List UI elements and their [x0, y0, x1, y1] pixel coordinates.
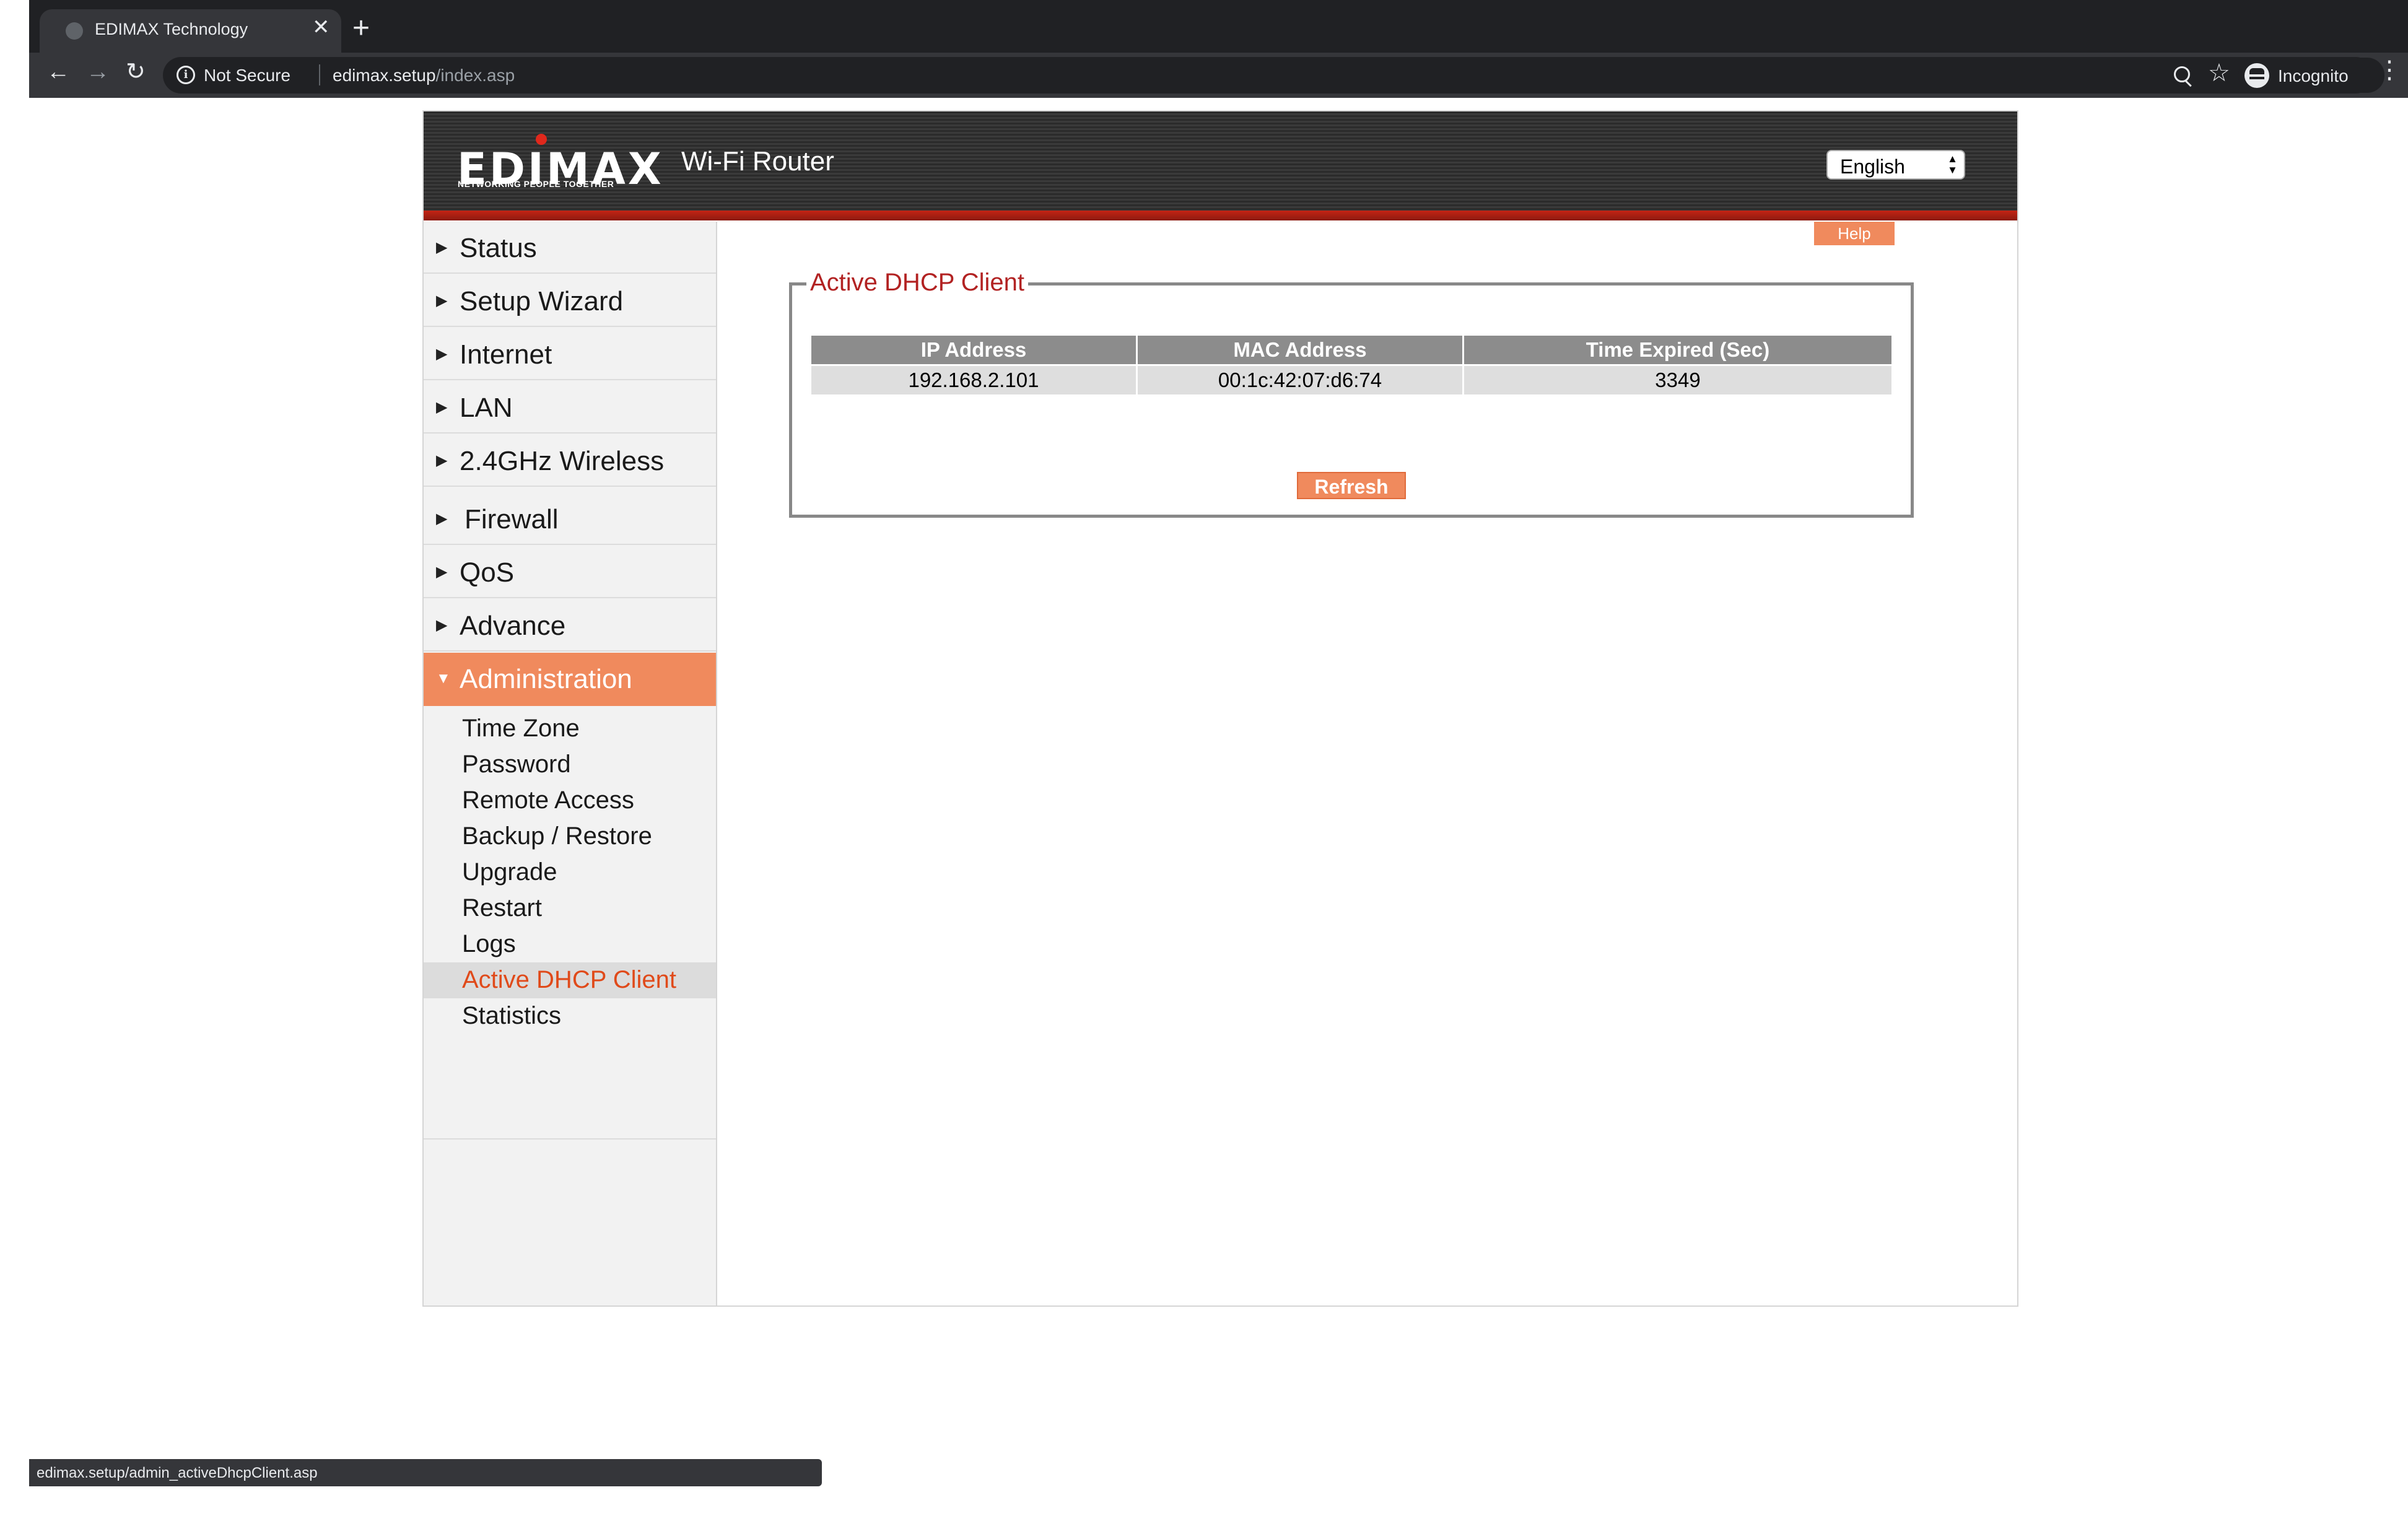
sidebar-item-lan[interactable]: ▶ LAN	[424, 381, 716, 434]
arrow-right-icon: ▶	[436, 564, 448, 580]
sidebar-item-label: Setup Wizard	[460, 286, 624, 316]
url-host: edimax.setup	[333, 66, 436, 85]
url-separator	[319, 64, 320, 85]
sidebar-item-firewall[interactable]: ▶ Firewall	[424, 488, 716, 545]
browser-tab[interactable]: EDIMAX Technology ✕	[40, 9, 341, 53]
info-icon[interactable]: i	[177, 66, 195, 84]
subitem-password[interactable]: Password	[424, 747, 716, 783]
subitem-logs[interactable]: Logs	[424, 926, 716, 962]
dhcp-client-table: IP Address MAC Address Time Expired (Sec…	[811, 336, 1891, 394]
forward-icon[interactable]: →	[86, 60, 110, 84]
sidebar-item-label: Advance	[460, 611, 566, 641]
sidebar-item-label: Status	[460, 233, 537, 263]
subitem-restart[interactable]: Restart	[424, 891, 716, 926]
subitem-label: Active DHCP Client	[462, 966, 677, 993]
subitem-time-zone[interactable]: Time Zone	[424, 711, 716, 747]
incognito-icon	[2244, 63, 2269, 88]
table-header-row: IP Address MAC Address Time Expired (Sec…	[811, 336, 1891, 364]
sidebar-item-label: Firewall	[465, 504, 559, 534]
arrow-right-icon: ▶	[436, 617, 448, 634]
tab-title: EDIMAX Technology	[95, 20, 248, 38]
browser-chrome: EDIMAX Technology ✕ + ← → ↻ i Not Secure…	[29, 0, 2408, 98]
logo-tagline: NETWORKING PEOPLE TOGETHER	[458, 179, 614, 189]
reload-icon[interactable]: ↻	[126, 60, 146, 84]
subitem-label: Remote Access	[462, 787, 634, 814]
product-name: Wi-Fi Router	[681, 146, 834, 177]
back-icon[interactable]: ←	[46, 60, 70, 84]
arrow-right-icon: ▶	[436, 452, 448, 469]
arrow-down-icon: ▼	[436, 670, 451, 687]
status-url: edimax.setup/admin_activeDhcpClient.asp	[37, 1465, 318, 1481]
subitem-remote-access[interactable]: Remote Access	[424, 783, 716, 819]
header-banner: EDIMAX NETWORKING PEOPLE TOGETHER Wi-Fi …	[424, 111, 2017, 220]
sidebar-item-administration[interactable]: ▼ Administration	[424, 653, 716, 706]
subitem-label: Time Zone	[462, 715, 580, 742]
status-bar: edimax.setup/admin_activeDhcpClient.asp	[29, 1459, 822, 1486]
incognito-label: Incognito	[2278, 66, 2349, 85]
table-row: 192.168.2.101 00:1c:42:07:d6:74 3349	[811, 364, 1891, 394]
sidebar-item-setup-wizard[interactable]: ▶ Setup Wizard	[424, 275, 716, 327]
subitem-active-dhcp-client[interactable]: Active DHCP Client	[424, 962, 716, 998]
subitem-label: Upgrade	[462, 858, 557, 886]
arrow-right-icon: ▶	[436, 510, 448, 527]
subitem-label: Password	[462, 751, 571, 778]
url-text[interactable]: edimax.setup/index.asp	[333, 66, 515, 85]
section-title: Active DHCP Client	[806, 269, 1029, 297]
cell-time-expired: 3349	[1464, 364, 1891, 394]
sidebar-item-internet[interactable]: ▶ Internet	[424, 328, 716, 380]
arrow-right-icon: ▶	[436, 239, 448, 256]
new-tab-icon[interactable]: +	[352, 14, 370, 43]
globe-icon	[66, 22, 83, 40]
router-page: EDIMAX NETWORKING PEOPLE TOGETHER Wi-Fi …	[422, 110, 2018, 1307]
cell-ip-address: 192.168.2.101	[811, 364, 1138, 394]
sidebar-item-label: 2.4GHz Wireless	[460, 446, 665, 476]
column-header: Time Expired (Sec)	[1464, 336, 1891, 364]
language-select[interactable]: English ▲ ▼	[1826, 150, 1965, 180]
page: EDIMAX Technology ✕ + ← → ↻ i Not Secure…	[0, 0, 2408, 1521]
cell-mac-address: 00:1c:42:07:d6:74	[1138, 364, 1464, 394]
column-header: MAC Address	[1138, 336, 1464, 364]
arrow-right-icon: ▶	[436, 346, 448, 362]
sidebar-item-wireless[interactable]: ▶ 2.4GHz Wireless	[424, 435, 716, 487]
bookmark-star-icon[interactable]: ☆	[2208, 61, 2230, 85]
browser-toolbar: ← → ↻ i Not Secure edimax.setup/index.as…	[29, 53, 2408, 98]
sidebar-item-qos[interactable]: ▶ QoS	[424, 546, 716, 598]
subitem-label: Logs	[462, 930, 516, 957]
subitem-backup-restore[interactable]: Backup / Restore	[424, 819, 716, 855]
sidebar-item-label: Internet	[460, 339, 552, 370]
zoom-icon[interactable]	[2174, 66, 2190, 82]
subitem-label: Backup / Restore	[462, 822, 652, 850]
address-bar[interactable]: i Not Secure edimax.setup/index.asp ☆	[163, 57, 2374, 94]
sidebar-item-label: Administration	[460, 664, 632, 694]
incognito-badge[interactable]: Incognito	[2238, 58, 2384, 93]
refresh-button[interactable]: Refresh	[1297, 472, 1406, 499]
sidebar-item-status[interactable]: ▶ Status	[424, 222, 716, 274]
security-label: Not Secure	[204, 66, 291, 85]
sidebar: ▶ Status ▶ Setup Wizard ▶ Internet ▶ LAN…	[424, 222, 717, 1305]
arrow-right-icon: ▶	[436, 292, 448, 309]
browser-menu-icon[interactable]: ⋮	[2377, 58, 2402, 82]
sidebar-divider	[424, 1138, 716, 1140]
url-path: /index.asp	[435, 66, 515, 85]
help-button[interactable]: Help	[1814, 222, 1895, 245]
subitem-label: Restart	[462, 894, 542, 922]
subitem-upgrade[interactable]: Upgrade	[424, 855, 716, 891]
subitem-statistics[interactable]: Statistics	[424, 998, 716, 1034]
banner-red-stripe	[424, 211, 2017, 220]
sidebar-item-label: LAN	[460, 393, 513, 423]
close-icon[interactable]: ✕	[312, 17, 330, 38]
select-arrows-icon: ▲ ▼	[1947, 153, 1958, 176]
sidebar-item-advance[interactable]: ▶ Advance	[424, 599, 716, 652]
arrow-right-icon: ▶	[436, 399, 448, 416]
language-value: English	[1840, 155, 1905, 178]
subitem-label: Statistics	[462, 1002, 562, 1029]
sidebar-item-label: QoS	[460, 557, 515, 588]
column-header: IP Address	[811, 336, 1138, 364]
